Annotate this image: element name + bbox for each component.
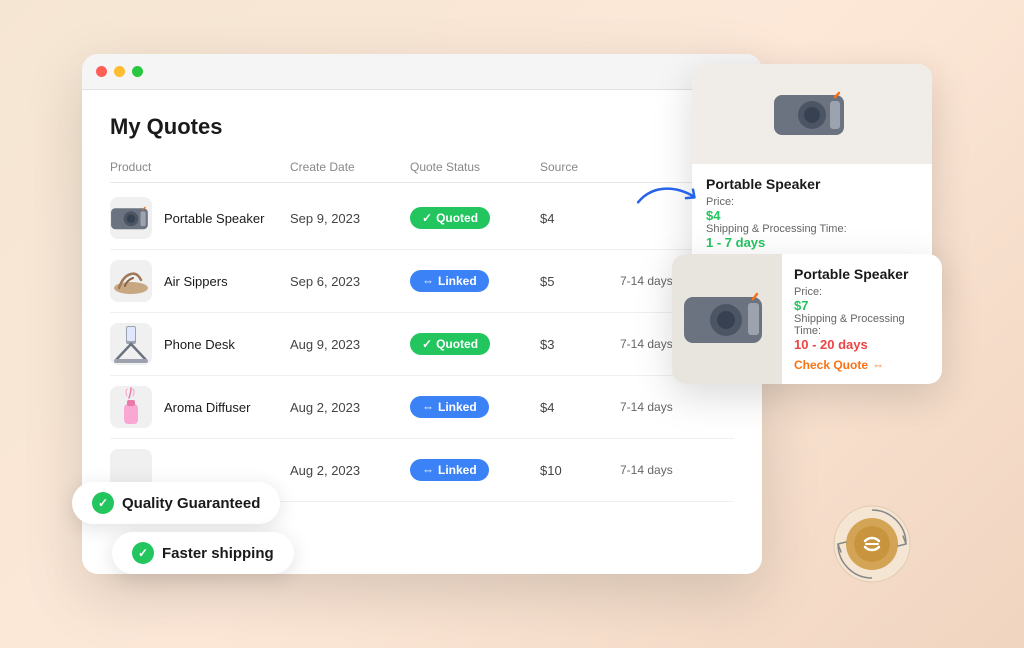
- status-cell: ✓ Quoted: [410, 207, 540, 229]
- link-icon: ⇔: [422, 463, 434, 477]
- col-source: Source: [540, 160, 620, 174]
- link-icon: ⇔: [422, 274, 434, 288]
- table-row: Air Sippers Sep 6, 2023 ⇔ Linked $5 7-14…: [110, 250, 734, 313]
- card2-body: Portable Speaker Price: $7 Shipping & Pr…: [782, 254, 942, 384]
- quality-label: Quality Guaranteed: [122, 495, 260, 512]
- col-date: Create Date: [290, 160, 410, 174]
- card2-title: Portable Speaker: [794, 266, 930, 282]
- price-cell: $10: [540, 463, 620, 478]
- scene: My Quotes Product Create Date Quote Stat…: [62, 34, 962, 614]
- dot-green-window: [132, 66, 143, 77]
- product-name: Air Sippers: [164, 274, 228, 289]
- table-header: Product Create Date Quote Status Source: [110, 160, 734, 183]
- status-cell: ⇔ Linked: [410, 270, 540, 292]
- arrow-right-icon: ⇔: [872, 358, 884, 372]
- price-cell: $4: [540, 211, 620, 226]
- faster-label: Faster shipping: [162, 545, 274, 562]
- link-icon: ⇔: [422, 400, 434, 414]
- card2-price: $7: [794, 298, 930, 313]
- card1-shipping-time: 1 - 7 days: [706, 235, 918, 250]
- card2-image: [672, 254, 782, 384]
- faster-shipping-badge: ✓ Faster shipping: [112, 532, 294, 574]
- table-row: Phone Desk Aug 9, 2023 ✓ Quoted $3 7-14 …: [110, 313, 734, 376]
- status-badge-quoted: ✓ Quoted: [410, 333, 490, 355]
- check-quote-button[interactable]: Check Quote ⇔: [794, 358, 930, 372]
- card1-price-label: Price:: [706, 196, 918, 208]
- product-card-2: Portable Speaker Price: $7 Shipping & Pr…: [672, 254, 942, 384]
- date-cell: Aug 2, 2023: [290, 400, 410, 415]
- col-product: Product: [110, 160, 290, 174]
- status-badge-linked: ⇔ Linked: [410, 270, 489, 292]
- circular-icon: [832, 504, 912, 584]
- card2-price-label: Price:: [794, 286, 930, 298]
- product-cell: Portable Speaker: [110, 197, 290, 239]
- table-row: Aroma Diffuser Aug 2, 2023 ⇔ Linked $4 7…: [110, 376, 734, 439]
- date-cell: Sep 9, 2023: [290, 211, 410, 226]
- date-cell: Aug 9, 2023: [290, 337, 410, 352]
- date-cell: Sep 6, 2023: [290, 274, 410, 289]
- product-thumb: [110, 323, 152, 365]
- product-thumb: [110, 260, 152, 302]
- browser-titlebar: [82, 54, 762, 90]
- status-cell: ⇔ Linked: [410, 459, 540, 481]
- col-status: Quote Status: [410, 160, 540, 174]
- product-name: Phone Desk: [164, 337, 235, 352]
- dot-yellow: [114, 66, 125, 77]
- card1-price: $4: [706, 208, 918, 223]
- status-badge-linked: ⇔ Linked: [410, 396, 489, 418]
- product-thumb: [110, 197, 152, 239]
- card1-shipping-label: Shipping & Processing Time:: [706, 223, 918, 235]
- product-thumb: [110, 386, 152, 428]
- card2-shipping-time: 10 - 20 days: [794, 337, 930, 352]
- product-name: Aroma Diffuser: [164, 400, 250, 415]
- check-icon: ✓: [422, 337, 432, 351]
- product-cell: Phone Desk: [110, 323, 290, 365]
- product-cell: Air Sippers: [110, 260, 290, 302]
- card1-image: [692, 64, 932, 164]
- product-name: Portable Speaker: [164, 211, 264, 226]
- check-icon: ✓: [422, 211, 432, 225]
- price-cell: $4: [540, 400, 620, 415]
- faster-check-icon: ✓: [132, 542, 154, 564]
- shipping-cell: 7-14 days: [620, 463, 720, 477]
- date-cell: Aug 2, 2023: [290, 463, 410, 478]
- quality-check-icon: ✓: [92, 492, 114, 514]
- page-title: My Quotes: [110, 114, 734, 140]
- status-cell: ⇔ Linked: [410, 396, 540, 418]
- shipping-cell: 7-14 days: [620, 400, 720, 414]
- product-cell: Aroma Diffuser: [110, 386, 290, 428]
- price-cell: $5: [540, 274, 620, 289]
- status-cell: ✓ Quoted: [410, 333, 540, 355]
- dot-red: [96, 66, 107, 77]
- quality-badge: ✓ Quality Guaranteed: [72, 482, 280, 524]
- card2-shipping-label: Shipping & Processing Time:: [794, 313, 930, 337]
- status-badge-linked: ⇔ Linked: [410, 459, 489, 481]
- status-badge-quoted: ✓ Quoted: [410, 207, 490, 229]
- card1-title: Portable Speaker: [706, 176, 918, 192]
- price-cell: $3: [540, 337, 620, 352]
